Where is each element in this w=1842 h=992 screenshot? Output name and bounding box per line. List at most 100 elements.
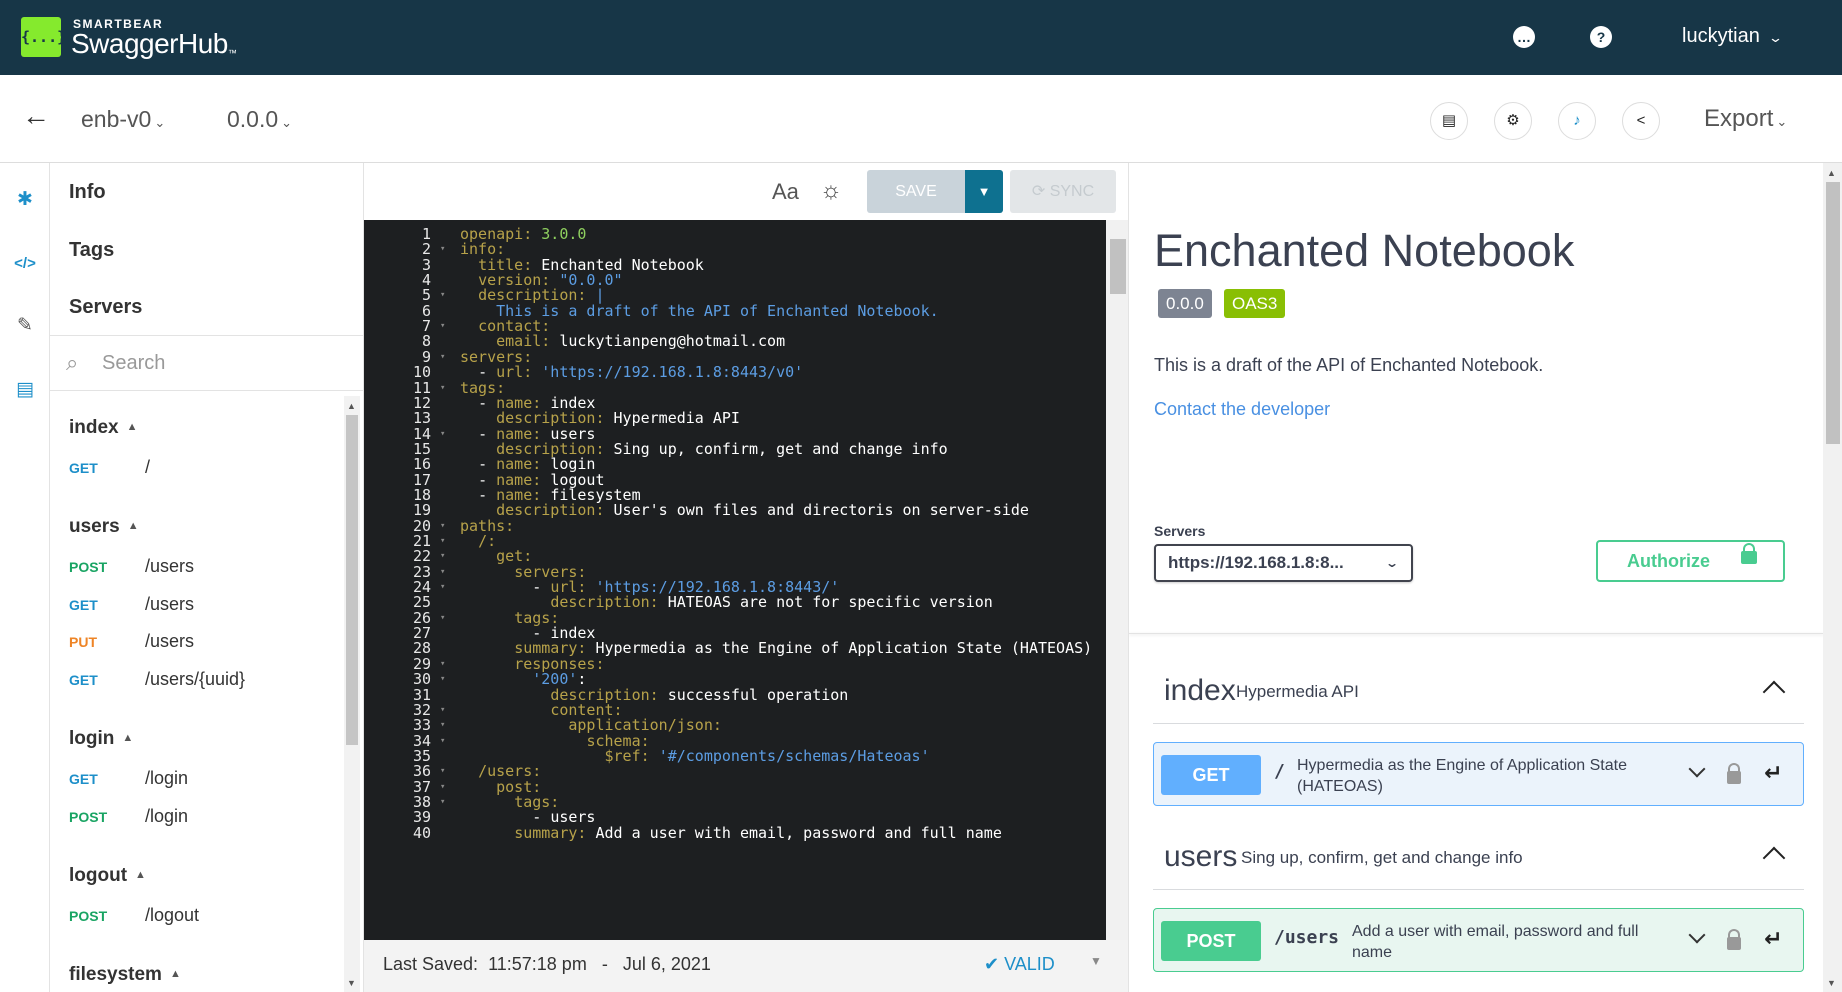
nav-info[interactable]: Info bbox=[69, 181, 106, 204]
chat-icon[interactable]: … bbox=[1513, 26, 1535, 48]
help-icon[interactable]: ? bbox=[1590, 26, 1612, 48]
user-menu[interactable]: luckytian ⌄ bbox=[1682, 25, 1783, 48]
lock-icon[interactable] bbox=[1727, 763, 1741, 784]
export-menu[interactable]: Export ⌄ bbox=[1704, 105, 1787, 133]
method-label: GET bbox=[69, 771, 98, 787]
method-label: POST bbox=[69, 908, 108, 924]
settings-icon[interactable]: ⚙ bbox=[1494, 102, 1532, 140]
code-editor[interactable]: 1 openapi: 3.0.0 2 ▾ info: 3 title: Enchanted… bbox=[364, 220, 1106, 940]
sync-label: SYNC bbox=[1049, 183, 1095, 200]
api-title: Enchanted Notebook bbox=[1154, 225, 1575, 276]
chevron-down-icon[interactable] bbox=[1688, 926, 1706, 944]
nav-servers[interactable]: Servers bbox=[69, 296, 142, 319]
tag-name: index bbox=[69, 417, 119, 438]
editor-panel: Aa ☼ SAVE ▼ ⟳ SYNC 1 openapi: 3.0.0 2 ▾ info… bbox=[364, 163, 1128, 992]
doc-scrollbar-thumb[interactable] bbox=[1826, 182, 1840, 444]
back-arrow-icon[interactable]: ← bbox=[22, 100, 50, 132]
validation-status[interactable]: ✔ VALID bbox=[984, 954, 1055, 975]
navigation-panel: Info Tags Servers ⌕ index ▲ GET / users ▲ P… bbox=[50, 163, 364, 992]
lock-icon bbox=[1741, 543, 1757, 564]
op-summary-line: name bbox=[1352, 944, 1393, 961]
oas-badge: OAS3 bbox=[1224, 289, 1286, 318]
operation-get-root[interactable]: GET / Hypermedia as the Engine of Applic… bbox=[1153, 742, 1804, 806]
edit-icon[interactable]: ✎ bbox=[12, 313, 38, 339]
sync-button[interactable]: ⟳ SYNC bbox=[1010, 170, 1116, 213]
chevron-down-icon: ⌄ bbox=[1767, 30, 1783, 45]
api-version-dropdown[interactable]: 0.0.0 ⌄ bbox=[227, 106, 292, 133]
document-icon[interactable]: ▤ bbox=[1430, 102, 1468, 140]
nav-tag-index[interactable]: index ▲ bbox=[69, 417, 138, 439]
save-button[interactable]: SAVE bbox=[867, 170, 965, 213]
lock-icon[interactable] bbox=[1727, 929, 1741, 950]
authorize-label: Authorize bbox=[1627, 551, 1710, 571]
bell-icon[interactable]: ♪ bbox=[1558, 102, 1596, 140]
method-label: POST bbox=[69, 559, 108, 575]
nav-tag-logout[interactable]: logout ▲ bbox=[69, 865, 146, 887]
servers-label: Servers bbox=[1154, 523, 1206, 539]
design-icon[interactable]: ✱ bbox=[12, 187, 38, 213]
docs-icon[interactable]: ▤ bbox=[12, 377, 38, 403]
api-name-dropdown[interactable]: enb-v0 ⌄ bbox=[81, 106, 165, 133]
method-badge: POST bbox=[1161, 921, 1261, 961]
editor-scrollbar[interactable] bbox=[1106, 220, 1128, 940]
op-path: /login bbox=[145, 768, 189, 788]
font-size-toggle[interactable]: Aa bbox=[772, 179, 799, 205]
caret-up-icon: ▲ bbox=[169, 968, 181, 980]
save-options-chevron-icon[interactable]: ▼ bbox=[965, 170, 1003, 213]
scroll-up-icon[interactable]: ▲ bbox=[347, 401, 356, 411]
method-label: PUT bbox=[69, 634, 97, 650]
authorize-button[interactable]: Authorize bbox=[1596, 540, 1785, 582]
scroll-down-icon[interactable]: ▼ bbox=[1827, 978, 1836, 988]
tag-section-users[interactable]: users Sing up, confirm, get and change i… bbox=[1153, 822, 1804, 890]
editor-status-bar: Last Saved: 11:57:18 pm - Jul 6, 2021 ✔ … bbox=[364, 940, 1128, 992]
method-badge: GET bbox=[1161, 755, 1261, 795]
brand-tm: ™ bbox=[227, 48, 237, 58]
servers-select[interactable]: https://192.168.1.8:8... ⌄ bbox=[1154, 544, 1413, 582]
chevron-down-icon[interactable]: ▼ bbox=[1090, 954, 1102, 968]
share-icon[interactable]: < bbox=[1622, 102, 1660, 140]
left-rail: ✱ </> ✎ ▤ bbox=[0, 163, 50, 992]
chevron-down-icon[interactable] bbox=[1688, 760, 1706, 778]
caret-up-icon: ▲ bbox=[135, 869, 146, 881]
code-text: summary: Add a user with email, password… bbox=[514, 823, 1002, 842]
editor-scrollbar-thumb[interactable] bbox=[1110, 239, 1126, 294]
return-icon[interactable]: ↵ bbox=[1764, 760, 1782, 786]
tag-name: login bbox=[69, 728, 115, 749]
nav-tag-login[interactable]: login ▲ bbox=[69, 728, 133, 750]
last-saved: Last Saved: 11:57:18 pm - Jul 6, 2021 bbox=[383, 954, 711, 975]
theme-toggle-icon[interactable]: ☼ bbox=[820, 177, 842, 205]
op-path: /users bbox=[1274, 927, 1340, 948]
caret-up-icon: ▲ bbox=[126, 421, 138, 433]
tag-section-index[interactable]: index Hypermedia API bbox=[1153, 656, 1804, 724]
tag-description: Hypermedia API bbox=[1236, 682, 1359, 701]
api-version: 0.0.0 bbox=[227, 106, 279, 132]
tag-name: index bbox=[1164, 674, 1236, 707]
code-icon[interactable]: </> bbox=[12, 251, 38, 277]
op-summary: Hypermedia as the Engine of Application … bbox=[1297, 755, 1627, 797]
last-saved-sep: - bbox=[601, 954, 608, 974]
code-line[interactable]: 40 summary: Add a user with email, passw… bbox=[364, 824, 1106, 842]
scroll-up-icon[interactable]: ▲ bbox=[1827, 168, 1836, 178]
scroll-down-icon[interactable]: ▼ bbox=[347, 978, 356, 988]
nav-tags[interactable]: Tags bbox=[69, 239, 114, 262]
tag-name: logout bbox=[69, 865, 128, 886]
editor-toolbar: Aa ☼ SAVE ▼ ⟳ SYNC bbox=[364, 163, 1128, 220]
last-saved-time: 11:57:18 pm bbox=[488, 954, 587, 974]
contact-link[interactable]: Contact the developer bbox=[1154, 399, 1330, 420]
op-path: /users bbox=[145, 594, 195, 614]
swaggerhub-logo-icon[interactable]: {...} bbox=[21, 17, 66, 57]
nav-scrollbar-thumb[interactable] bbox=[346, 415, 358, 745]
caret-up-icon: ▲ bbox=[122, 732, 134, 744]
nav-tag-users[interactable]: users ▲ bbox=[69, 516, 139, 538]
api-header-bar: ← enb-v0 ⌄ 0.0.0 ⌄ ▤ ⚙ ♪ < Export ⌄ bbox=[0, 75, 1842, 163]
return-icon[interactable]: ↵ bbox=[1764, 926, 1782, 952]
operation-post-users[interactable]: POST /users Add a user with email, passw… bbox=[1153, 908, 1804, 972]
nav-tag-filesystem[interactable]: filesystem ▲ bbox=[69, 964, 181, 986]
documentation-panel: Enchanted Notebook 0.0.0 OAS3 This is a … bbox=[1128, 163, 1823, 992]
tag-description: Sing up, confirm, get and change info bbox=[1241, 848, 1523, 867]
search-input[interactable] bbox=[102, 348, 342, 378]
op-path: /login bbox=[145, 806, 189, 826]
export-label: Export bbox=[1704, 105, 1774, 132]
op-path: / bbox=[1274, 761, 1285, 782]
op-summary-line: Hypermedia as the Engine of Application … bbox=[1297, 757, 1627, 774]
